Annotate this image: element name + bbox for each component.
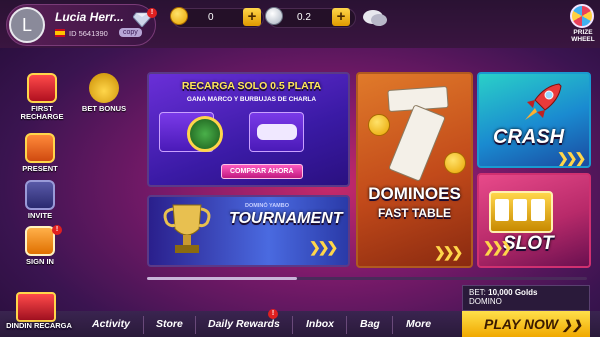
gold-coin-icon [444,152,466,174]
gift-box-icon [27,73,57,103]
scrollbar-thumb[interactable] [147,277,297,280]
rocket-icon [525,83,562,120]
dominoes-subtitle: FAST TABLE [377,206,452,220]
prize-wheel-icon [570,4,594,28]
avatar[interactable]: L [9,7,45,43]
slot-game-tile[interactable]: SLOT ❯❯❯ [477,173,591,268]
tournament-title: TOURNAMENT [229,210,343,227]
invite-envelope-icon [25,180,55,210]
bet-value: 10,000 Golds [488,288,538,297]
silver-value: 0.2 [297,12,311,23]
tab-divider [292,316,293,334]
chevron-right-icon: ❯❯❯ [309,239,338,255]
dindin-recarga-button[interactable]: DINDIN RECARGA [6,292,72,337]
sidebar-item-label: INVITE [27,211,53,220]
sidebar-item-invite[interactable]: INVITE [12,180,68,220]
chevron-right-icon: ❯❯ [562,318,583,332]
tournament-banner[interactable]: DOMINÓ YAMBO TOURNAMENT ❯❯❯ [147,195,350,267]
crash-title: CRASH [493,126,565,148]
sidebar-item-bet-bonus[interactable]: BET BONUS [76,73,132,113]
tab-activity[interactable]: Activity [92,318,130,330]
dindin-recarga-label: DINDIN RECARGA [6,321,72,330]
recarga-promo-banner[interactable]: RECARGA SOLO 0.5 PLATA GANA MARCO Y BURB… [147,72,350,187]
crash-game-tile[interactable]: CRASH ❯❯❯ [477,72,591,168]
gold-value: 0 [208,12,214,23]
flag-icon [55,29,65,37]
dominoes-title: DOMINOES [368,184,461,203]
tab-inbox[interactable]: Inbox [306,318,334,330]
tab-more[interactable]: More [406,318,431,330]
red-gift-icon [16,292,56,322]
add-gold-button[interactable]: + [243,8,261,26]
profile-card[interactable]: L Lucia Herr... ID 5641390 copy ! [6,4,157,46]
buy-now-button[interactable]: COMPRAR AHORA [221,164,303,179]
tab-divider [143,316,144,334]
sidebar-item-label: FIRST RECHARGE [20,104,64,121]
bet-info: BET: 10,000 Golds DOMINO [462,285,590,311]
tab-divider [392,316,393,334]
silver-coin-icon [265,7,283,25]
bet-game: DOMINO [469,297,502,306]
coin-bag-icon [89,73,119,103]
tab-bag[interactable]: Bag [360,318,380,330]
sidebar-item-label: PRESENT [22,164,58,173]
sidebar-item-label: BET BONUS [81,104,127,113]
sidebar-item-label: SIGN IN [26,257,54,266]
bet-label: BET: [469,288,486,297]
carousel-scrollbar[interactable] [147,277,587,280]
tournament-small-label: DOMINÓ YAMBO [245,203,290,209]
chat-bubble-preview-icon [257,124,297,140]
prize-wheel-label: PRIZE WHEEL [571,29,595,43]
tab-daily-rewards[interactable]: Daily Rewards [208,318,280,330]
domino-tile-icon [388,104,446,182]
chat-bubble-icon[interactable] [362,8,388,28]
chevron-right-icon: ❯❯❯ [557,150,586,166]
add-silver-button[interactable]: + [332,8,350,26]
present-icon [25,133,55,163]
slot-reel [495,199,509,221]
play-now-button[interactable]: PLAY NOW ❯❯ [462,311,590,337]
avatar-frame-icon [187,116,223,152]
sidebar-item-present[interactable]: PRESENT [12,133,68,173]
chevron-right-icon: ❯❯❯ [434,244,463,260]
sign-in-badge: ! [52,225,62,235]
slot-title: SLOT [503,233,554,254]
tab-divider [195,316,196,334]
tab-divider [346,316,347,334]
vip-badge: ! [147,8,157,18]
promo-subtitle: GANA MARCO Y BURBUJAS DE CHARLA [186,96,317,103]
copy-id-button[interactable]: copy [119,28,142,37]
calendar-icon [25,226,55,256]
dominoes-game-tile[interactable]: DOMINOES FAST TABLE ❯❯❯ [356,72,473,268]
daily-rewards-badge: ! [268,309,278,319]
player-name: Lucia Herr... [55,10,124,24]
promo-title: RECARGA SOLO 0.5 PLATA [181,80,322,92]
slot-reel [531,199,545,221]
player-id: ID 5641390 [69,29,108,38]
gold-coin-icon [368,114,390,136]
prize-wheel-button[interactable]: PRIZE WHEEL [566,4,598,43]
chevron-right-icon: ❯❯❯ [483,239,512,255]
sidebar-item-first-recharge[interactable]: FIRST RECHARGE [14,73,70,121]
slot-reel [513,199,527,221]
tab-store[interactable]: Store [156,318,183,330]
play-now-label: PLAY NOW [484,316,559,332]
gold-coin-icon [170,7,188,25]
trophy-icon [163,204,211,253]
